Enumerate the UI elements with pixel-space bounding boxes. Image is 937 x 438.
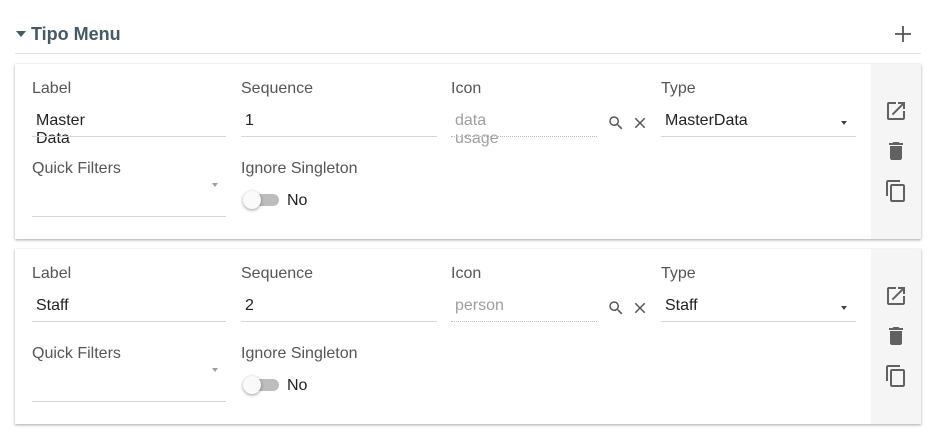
quick-filters-underline: [32, 216, 226, 217]
section-title: Tipo Menu: [31, 24, 121, 44]
type-select[interactable]: MasterData: [665, 112, 748, 130]
quick-filters-caption: Quick Filters: [32, 160, 121, 177]
trash-icon[interactable]: [884, 139, 908, 163]
icon-input[interactable]: person: [455, 297, 504, 315]
icon-field: Icon data usage: [451, 80, 646, 147]
ignore-singleton-value: No: [287, 192, 308, 209]
label-caption: Label: [32, 265, 72, 282]
label-field: Label Master Data: [32, 80, 226, 147]
type-caption: Type: [661, 80, 696, 97]
type-field: Type Staff: [661, 265, 856, 322]
plus-icon[interactable]: [893, 24, 913, 44]
type-underline: [661, 321, 856, 322]
sequence-field: Sequence 1: [241, 80, 437, 137]
label-field: Label Staff: [32, 265, 226, 322]
card-actions: [871, 249, 921, 424]
label-input[interactable]: Master Data: [36, 112, 85, 148]
menu-item-card: Label Master Data Sequence 1 Icon data u…: [15, 64, 921, 239]
sequence-caption: Sequence: [241, 265, 314, 282]
label-input[interactable]: Staff: [36, 297, 69, 315]
icon-underline: [451, 321, 597, 322]
open-in-new-icon[interactable]: [884, 284, 908, 308]
label-underline: [32, 321, 226, 322]
close-icon[interactable]: [631, 299, 649, 317]
quick-filters-field: Quick Filters: [32, 345, 226, 402]
quick-filters-caption: Quick Filters: [32, 345, 121, 362]
chevron-down-icon[interactable]: [212, 183, 218, 187]
ignore-singleton-toggle[interactable]: [243, 376, 279, 394]
chevron-down-icon[interactable]: [841, 306, 847, 310]
search-icon[interactable]: [607, 299, 625, 317]
type-field: Type MasterData: [661, 80, 856, 137]
close-icon[interactable]: [631, 114, 649, 132]
label-underline: [32, 136, 226, 137]
icon-caption: Icon: [451, 80, 482, 97]
icon-field: Icon person: [451, 265, 646, 322]
chevron-down-icon[interactable]: [841, 121, 847, 125]
type-select[interactable]: Staff: [665, 297, 698, 315]
icon-input[interactable]: data usage: [455, 112, 499, 148]
caret-down-icon[interactable]: [16, 31, 26, 37]
ignore-singleton-value: No: [287, 377, 308, 394]
ignore-singleton-caption: Ignore Singleton: [241, 345, 358, 362]
quick-filters-underline: [32, 401, 226, 402]
sequence-caption: Sequence: [241, 80, 314, 97]
trash-icon[interactable]: [884, 324, 908, 348]
type-caption: Type: [661, 265, 696, 282]
sequence-input[interactable]: 1: [245, 112, 254, 130]
ignore-singleton-caption: Ignore Singleton: [241, 160, 358, 177]
sequence-underline: [241, 136, 437, 137]
toggle-thumb: [243, 191, 261, 209]
quick-filters-field: Quick Filters: [32, 160, 226, 217]
toggle-thumb: [243, 376, 261, 394]
type-underline: [661, 136, 856, 137]
open-in-new-icon[interactable]: [884, 99, 908, 123]
ignore-singleton-field: Ignore Singleton No: [241, 345, 358, 394]
icon-caption: Icon: [451, 265, 482, 282]
copy-icon[interactable]: [884, 179, 908, 203]
ignore-singleton-field: Ignore Singleton No: [241, 160, 358, 209]
ignore-singleton-toggle[interactable]: [243, 191, 279, 209]
card-actions: [871, 64, 921, 239]
copy-icon[interactable]: [884, 364, 908, 388]
search-icon[interactable]: [607, 114, 625, 132]
section-header[interactable]: Tipo Menu: [15, 20, 921, 54]
label-caption: Label: [32, 80, 72, 97]
chevron-down-icon[interactable]: [212, 368, 218, 372]
menu-item-card: Label Staff Sequence 2 Icon person Type …: [15, 249, 921, 424]
sequence-field: Sequence 2: [241, 265, 437, 322]
sequence-input[interactable]: 2: [245, 297, 254, 315]
sequence-underline: [241, 321, 437, 322]
icon-underline: [451, 136, 597, 137]
